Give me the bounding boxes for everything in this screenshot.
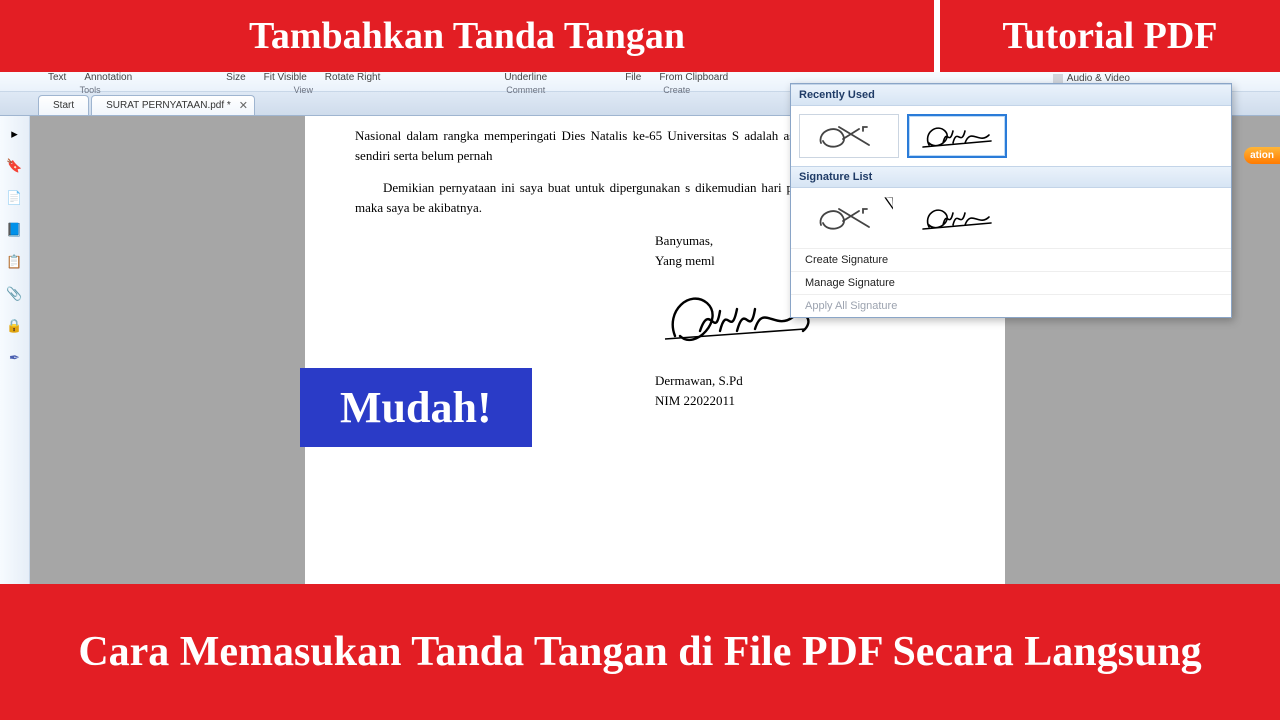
application-window: Text Annotation Tools Size Fit Visible R… bbox=[0, 72, 1280, 584]
menu-create-signature[interactable]: Create Signature bbox=[791, 248, 1231, 271]
signature-dropdown: Recently Used Signature List Create Sign… bbox=[790, 83, 1232, 318]
ribbon-item-size[interactable]: Size bbox=[226, 72, 245, 83]
ribbon-section-view: View bbox=[294, 85, 313, 95]
tab-document-label: SURAT PERNYATAAN.pdf * bbox=[106, 100, 231, 111]
tab-document[interactable]: SURAT PERNYATAAN.pdf * ✕ bbox=[91, 95, 255, 115]
attachment-icon[interactable]: 📎 bbox=[7, 286, 23, 302]
right-gutter bbox=[1232, 155, 1280, 584]
tab-start[interactable]: Start bbox=[38, 95, 89, 115]
close-icon[interactable]: ✕ bbox=[239, 99, 248, 112]
recent-signature-1[interactable] bbox=[799, 114, 899, 158]
bookmark-icon[interactable]: 🔖 bbox=[7, 158, 23, 174]
signer-id: NIM 22022011 bbox=[655, 391, 955, 411]
recent-signature-2[interactable] bbox=[907, 114, 1007, 158]
ribbon-item-text[interactable]: Text bbox=[48, 72, 66, 83]
clipboard-icon[interactable]: 📋 bbox=[7, 254, 23, 270]
list-signature-1[interactable] bbox=[799, 196, 899, 240]
sig-section-recent: Recently Used bbox=[791, 84, 1231, 106]
ribbon-item-fromclipboard[interactable]: From Clipboard bbox=[659, 72, 728, 83]
thumbnail-title-left: Tambahkan Tanda Tangan bbox=[0, 0, 934, 72]
layers-icon[interactable]: 📘 bbox=[7, 222, 23, 238]
sig-section-list: Signature List bbox=[791, 166, 1231, 188]
thumbnail-title-right: Tutorial PDF bbox=[940, 0, 1280, 72]
ribbon-item-rotate[interactable]: Rotate Right bbox=[325, 72, 381, 83]
expand-icon[interactable]: ▸ bbox=[7, 126, 23, 142]
ribbon-item-annotation[interactable]: Annotation bbox=[84, 72, 132, 83]
sign-icon[interactable]: ✒ bbox=[7, 350, 23, 366]
ribbon-item-underline[interactable]: Underline bbox=[504, 72, 547, 83]
audiovideo-icon bbox=[1053, 74, 1063, 84]
thumbnail-caption: Cara Memasukan Tanda Tangan di File PDF … bbox=[0, 584, 1280, 720]
list-signature-2[interactable] bbox=[907, 196, 1007, 240]
ribbon-section-tools: Tools bbox=[80, 85, 101, 95]
lock-icon[interactable]: 🔒 bbox=[7, 318, 23, 334]
menu-apply-all-signature: Apply All Signature bbox=[791, 294, 1231, 317]
pages-icon[interactable]: 📄 bbox=[7, 190, 23, 206]
signer-name: Dermawan, S.Pd bbox=[655, 371, 955, 391]
ribbon-section-comment: Comment bbox=[506, 85, 545, 95]
easy-badge: Mudah! bbox=[300, 368, 532, 447]
ribbon-item-file[interactable]: File bbox=[625, 72, 641, 83]
menu-manage-signature[interactable]: Manage Signature bbox=[791, 271, 1231, 294]
ribbon-item-fitvisible[interactable]: Fit Visible bbox=[264, 72, 307, 83]
mouse-cursor-icon bbox=[888, 194, 902, 214]
activation-tag[interactable]: ation bbox=[1244, 147, 1280, 164]
ribbon-section-create: Create bbox=[663, 85, 690, 95]
left-toolbar: ▸ 🔖 📄 📘 📋 📎 🔒 ✒ bbox=[0, 116, 30, 584]
